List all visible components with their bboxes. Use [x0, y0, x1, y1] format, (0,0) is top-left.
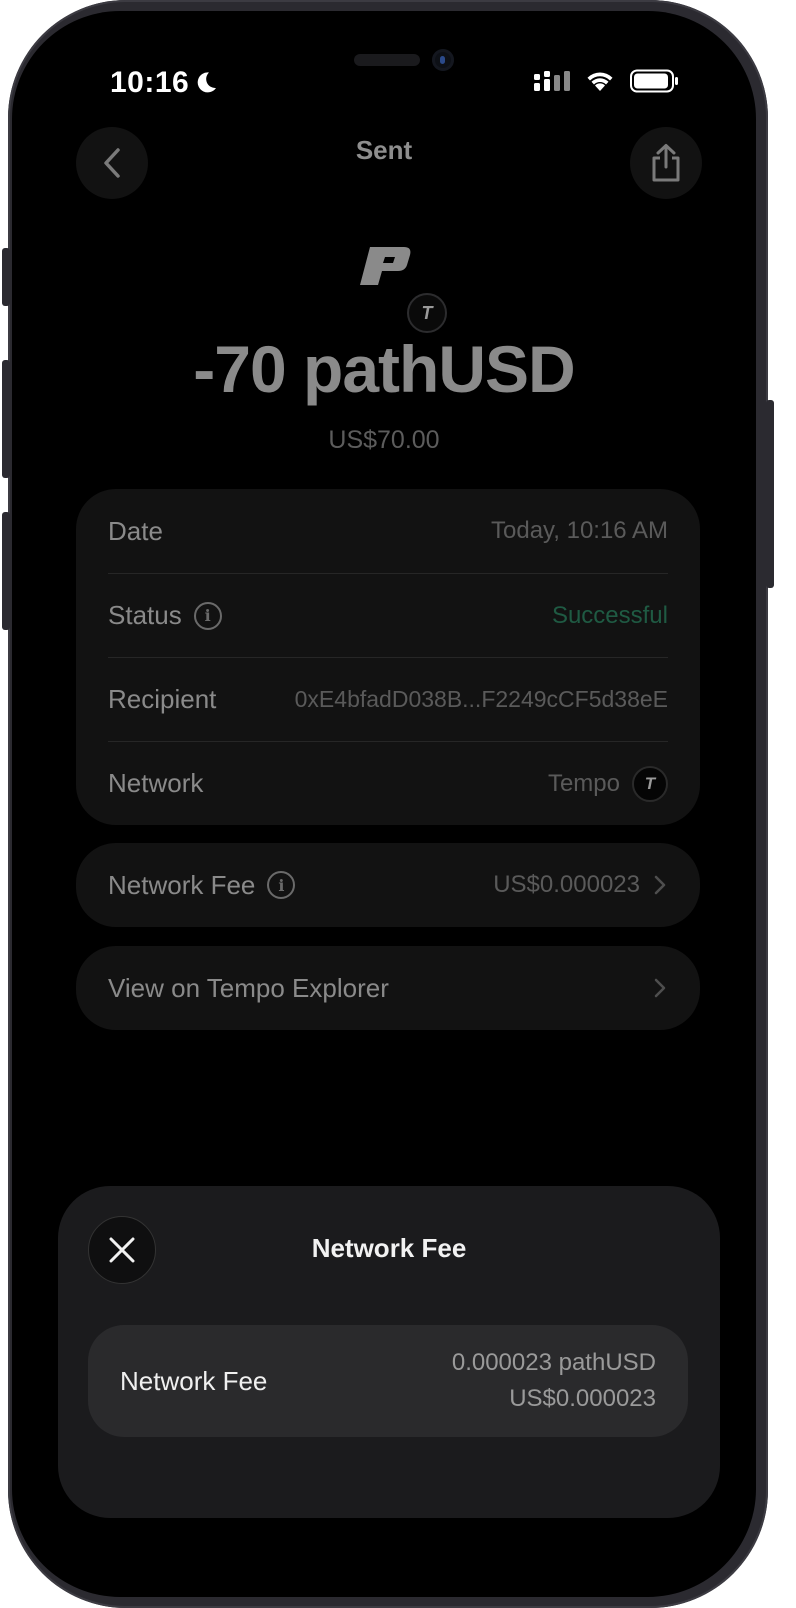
- network-fee-value: US$0.000023: [493, 871, 640, 898]
- status-time: 10:16: [110, 66, 190, 99]
- network-value: Tempo: [547, 769, 620, 797]
- recipient-row[interactable]: Recipient 0xE4bfadD038B...F2249cCF5d38eE: [108, 657, 668, 741]
- silent-switch: [2, 248, 10, 306]
- status-value: Successful: [551, 601, 668, 629]
- view-explorer-button[interactable]: View on Tempo Explorer: [76, 946, 700, 1030]
- details-card: Date Today, 10:16 AM Status i Successful…: [76, 489, 700, 825]
- share-button[interactable]: [630, 127, 702, 199]
- focus-moon-icon: [197, 72, 216, 93]
- power-button: [766, 400, 774, 588]
- chevron-right-icon: [654, 978, 666, 998]
- sheet-title: Network Fee: [311, 1233, 467, 1263]
- date-row: Date Today, 10:16 AM: [108, 489, 668, 573]
- wifi-icon: [587, 72, 613, 91]
- pathusd-logo-icon: [360, 247, 411, 285]
- fee-detail-card: Network Fee 0.000023 pathUSD US$0.000023: [88, 1325, 688, 1437]
- transaction-amount: -70 pathUSD: [193, 332, 575, 406]
- cellular-signal-icon: [534, 71, 570, 91]
- network-row: Network Tempo T: [108, 741, 668, 825]
- chevron-right-icon: [654, 875, 666, 895]
- date-value: Today, 10:16 AM: [491, 517, 668, 544]
- phone-screen: 10:16 Sent T -70 pathUSD US$70.00 Date T…: [12, 11, 756, 1597]
- info-icon: i: [267, 871, 296, 899]
- battery-icon: [630, 69, 678, 93]
- date-label: Date: [108, 515, 163, 546]
- speaker-grille: [354, 54, 420, 66]
- volume-down-button: [2, 512, 10, 630]
- fee-token-amount: 0.000023 pathUSD: [451, 1349, 656, 1376]
- status-row: Status i Successful: [108, 573, 668, 657]
- status-label: Status: [108, 600, 182, 630]
- fee-detail-label: Network Fee: [120, 1365, 268, 1396]
- volume-up-button: [2, 360, 10, 478]
- tempo-icon: T: [632, 765, 668, 802]
- network-fee-label: Network Fee: [108, 869, 256, 900]
- info-icon[interactable]: i: [193, 601, 222, 630]
- network-label: Network: [108, 768, 204, 798]
- recipient-value: 0xE4bfadD038B...F2249cCF5d38eE: [294, 686, 668, 712]
- recipient-label: Recipient: [108, 684, 217, 714]
- front-camera: [432, 49, 454, 71]
- status-indicators: [534, 69, 680, 93]
- share-icon: [652, 144, 680, 182]
- view-explorer-label: View on Tempo Explorer: [108, 972, 389, 1003]
- network-fee-row[interactable]: Network Fee i US$0.000023: [76, 843, 700, 927]
- tempo-network-icon: T: [407, 293, 447, 333]
- network-fee-sheet: Network Fee Network Fee 0.000023 pathUSD…: [58, 1186, 720, 1518]
- transaction-fiat-amount: US$70.00: [328, 426, 440, 454]
- fee-fiat-amount: US$0.000023: [509, 1385, 656, 1412]
